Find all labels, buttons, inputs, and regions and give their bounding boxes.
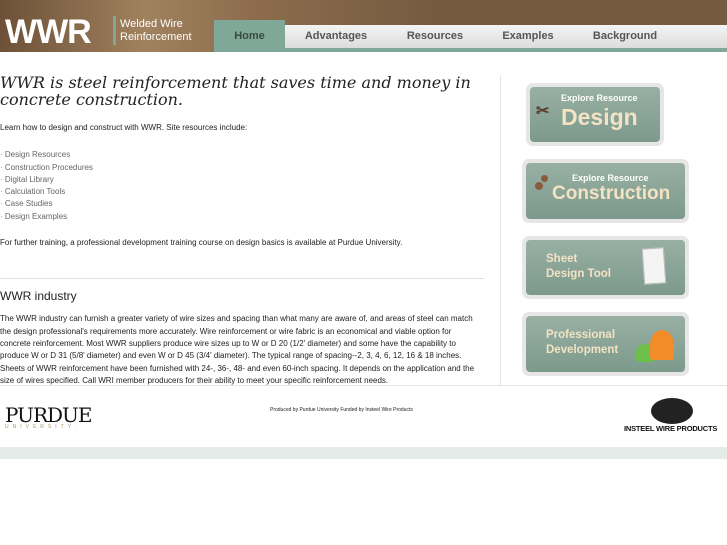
intro-text: Learn how to design and construct with W… (0, 123, 248, 132)
professional-label-line1: Professional (546, 329, 616, 341)
logo-subtitle-line2: Reinforcement (120, 31, 192, 43)
explore-construction-button[interactable]: Explore Resource Construction (522, 159, 689, 223)
logo-subtitle-line1: Welded Wire (120, 18, 183, 30)
section-divider (0, 278, 484, 280)
people-icon (650, 330, 674, 360)
construction-button-big-label: Construction (552, 183, 671, 204)
logo-divider (113, 16, 116, 45)
industry-text: The WWR industry can furnish a greater v… (0, 314, 475, 385)
tab-examples[interactable]: Examples (488, 25, 568, 48)
insteel-logo-icon[interactable] (651, 398, 693, 424)
training-text: For further training, a professional dev… (0, 238, 403, 248)
sheet-label-line1: Sheet (546, 253, 578, 265)
tab-resources[interactable]: Resources (395, 25, 475, 48)
explore-design-button[interactable]: ✂ Explore Resource Design (526, 83, 664, 146)
column-divider (500, 75, 501, 385)
sheet-label-line2: Design Tool (546, 268, 611, 280)
resource-link-design-resources[interactable]: Design Resources (0, 149, 484, 161)
construction-button-small-label: Explore Resource (572, 173, 649, 183)
resource-link-construction-procedures[interactable]: Construction Procedures (0, 162, 484, 174)
tab-home[interactable]: Home (214, 20, 285, 52)
site-logo[interactable]: WWR (5, 13, 92, 52)
sheet-design-tool-label: Sheet Design Tool (546, 252, 611, 282)
page-headline: WWR is steel reinforcement that saves ti… (0, 73, 471, 109)
logo-subtitle: Welded Wire Reinforcement (120, 18, 200, 44)
industry-heading: WWR industry (0, 289, 77, 304)
insteel-logo-text: INSTEEL WIRE PRODUCTS (624, 424, 718, 433)
tab-advantages[interactable]: Advantages (296, 25, 376, 48)
resource-list: Design Resources Construction Procedures… (0, 149, 484, 223)
purdue-logo-subtitle: UNIVERSITY. (5, 424, 80, 430)
design-button-big-label: Design (561, 104, 638, 130)
professional-development-button[interactable]: Professional Development (522, 312, 689, 376)
resource-link-calculation-tools[interactable]: Calculation Tools (0, 186, 484, 198)
professional-label-line2: Development (546, 344, 619, 356)
gear-icon (541, 175, 548, 182)
resource-link-case-studies[interactable]: Case Studies (0, 198, 484, 210)
footer-credit: Produced by Purdue University Funded by … (270, 407, 413, 413)
footer-divider (0, 385, 727, 386)
sheet-design-tool-button[interactable]: Sheet Design Tool (522, 236, 689, 299)
resource-link-design-examples[interactable]: Design Examples (0, 211, 484, 223)
tab-background[interactable]: Background (585, 25, 665, 48)
professional-development-label: Professional Development (546, 328, 618, 358)
tools-icon: ✂ (536, 103, 550, 120)
resource-link-digital-library[interactable]: Digital Library (0, 174, 484, 186)
footer-band (0, 447, 727, 459)
gear-icon (535, 182, 543, 190)
nav-accent-strip (214, 48, 727, 52)
main-content: WWR is steel reinforcement that saves ti… (0, 74, 484, 387)
document-icon (641, 247, 667, 285)
design-button-small-label: Explore Resource (561, 93, 638, 103)
